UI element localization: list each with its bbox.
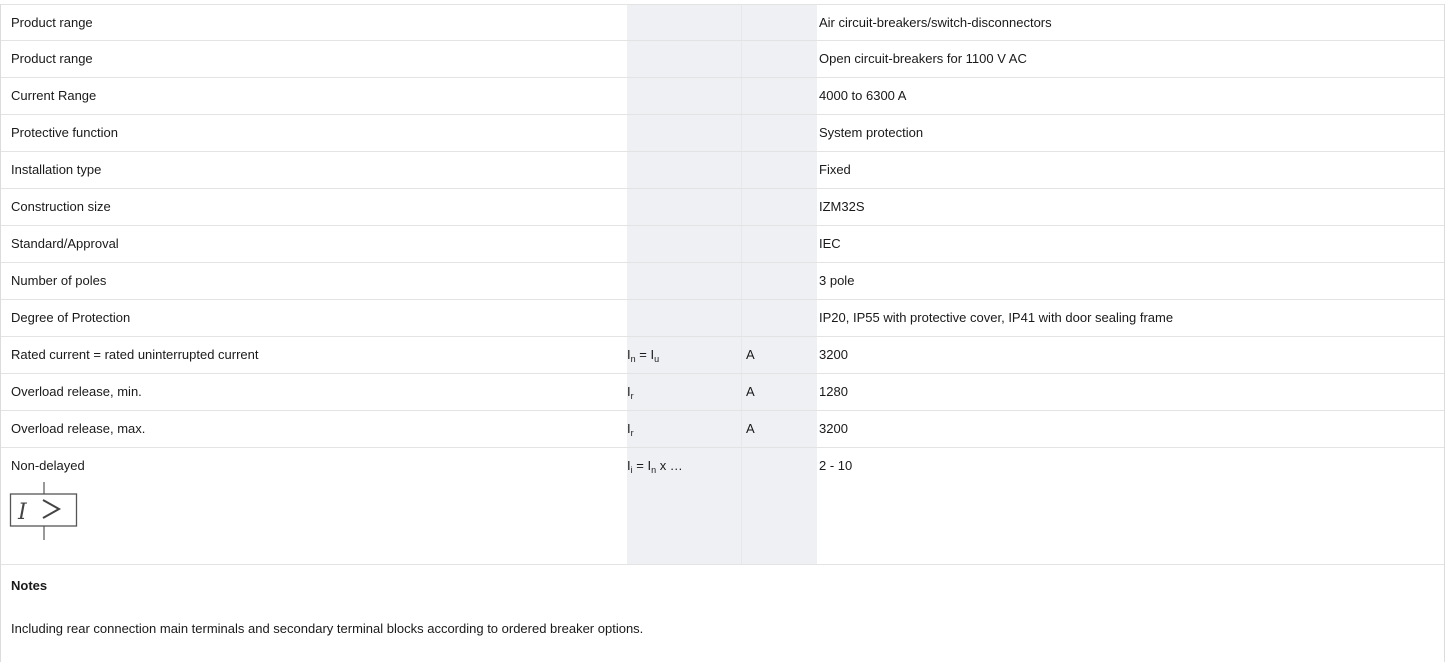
table-row: Current Range 4000 to 6300 A — [1, 78, 1444, 115]
row-value: 3200 — [819, 421, 848, 436]
symbol-cell: Ii = In x … — [627, 448, 741, 564]
row-value: 3200 — [819, 347, 848, 362]
table-row: Degree of Protection IP20, IP55 with pro… — [1, 300, 1444, 337]
table-row: Installation type Fixed — [1, 152, 1444, 189]
symbol-text: Ir — [627, 421, 634, 438]
symbol-cell — [627, 263, 741, 299]
row-value: 3 pole — [819, 273, 855, 288]
notes-section: Notes Including rear connection main ter… — [1, 565, 1444, 663]
notes-text: Including rear connection main terminals… — [11, 621, 644, 636]
row-label: Construction size — [11, 199, 111, 214]
row-label: Standard/Approval — [11, 236, 119, 251]
symbol-text: In = Iu — [627, 347, 660, 364]
row-value: IEC — [819, 236, 841, 251]
row-label: Non-delayed — [11, 458, 85, 473]
unit-cell — [741, 115, 817, 151]
table-row: Overload release, min. Ir A 1280 — [1, 374, 1444, 411]
unit-cell — [741, 152, 817, 188]
table-row: Rated current = rated uninterrupted curr… — [1, 337, 1444, 374]
row-label: Installation type — [11, 162, 102, 177]
table-row: Protective function System protection — [1, 115, 1444, 152]
symbol-cell: Ir — [627, 411, 741, 447]
symbol-cell — [627, 115, 741, 151]
table-row: Product range Open circuit-breakers for … — [1, 41, 1444, 78]
row-value: Fixed — [819, 162, 851, 177]
row-label: Overload release, max. — [11, 421, 146, 436]
symbol-cell — [627, 41, 741, 77]
row-label: Rated current = rated uninterrupted curr… — [11, 347, 259, 362]
spec-table: Product range Air circuit-breakers/switc… — [0, 4, 1445, 662]
row-label: Product range — [11, 15, 93, 30]
row-label: Overload release, min. — [11, 384, 142, 399]
symbol-cell — [627, 78, 741, 114]
unit-cell: A — [741, 337, 817, 373]
unit-cell — [741, 448, 817, 564]
overcurrent-release-symbol-icon: I — [9, 482, 79, 542]
table-row: Standard/Approval IEC — [1, 226, 1444, 263]
row-value: Open circuit-breakers for 1100 V AC — [819, 51, 1027, 66]
unit-cell — [741, 41, 817, 77]
row-value: Air circuit-breakers/switch-disconnector… — [819, 15, 1052, 30]
row-value: 1280 — [819, 384, 848, 399]
unit-cell — [741, 78, 817, 114]
row-value: 4000 to 6300 A — [819, 88, 907, 103]
row-value: System protection — [819, 125, 924, 140]
unit-cell — [741, 300, 817, 336]
table-row: Number of poles 3 pole — [1, 263, 1444, 300]
row-value: IP20, IP55 with protective cover, IP41 w… — [819, 310, 1174, 325]
unit-cell — [741, 189, 817, 225]
table-row: Non-delayed I Ii = In x … 2 - 10 — [1, 448, 1444, 565]
symbol-cell — [627, 189, 741, 225]
row-label: Product range — [11, 51, 93, 66]
unit-cell: A — [741, 374, 817, 410]
row-label: Number of poles — [11, 273, 107, 288]
row-label: Protective function — [11, 125, 118, 140]
svg-text:I: I — [17, 500, 28, 525]
symbol-cell — [627, 300, 741, 336]
row-value: IZM32S — [819, 199, 865, 214]
symbol-cell — [627, 152, 741, 188]
notes-heading: Notes — [11, 578, 48, 593]
row-label-cell: Non-delayed I — [1, 448, 627, 564]
unit-cell — [741, 5, 817, 40]
unit-cell — [741, 226, 817, 262]
row-label: Degree of Protection — [11, 310, 131, 325]
table-row: Construction size IZM32S — [1, 189, 1444, 226]
symbol-cell — [627, 226, 741, 262]
symbol-text: Ir — [627, 384, 634, 401]
table-row: Overload release, max. Ir A 3200 — [1, 411, 1444, 448]
row-value: 2 - 10 — [819, 458, 853, 473]
symbol-cell: Ir — [627, 374, 741, 410]
symbol-text: Ii = In x … — [627, 458, 683, 475]
symbol-cell: In = Iu — [627, 337, 741, 373]
table-row: Product range Air circuit-breakers/switc… — [1, 4, 1444, 41]
symbol-cell — [627, 5, 741, 40]
row-label: Current Range — [11, 88, 97, 103]
unit-cell: A — [741, 411, 817, 447]
unit-cell — [741, 263, 817, 299]
